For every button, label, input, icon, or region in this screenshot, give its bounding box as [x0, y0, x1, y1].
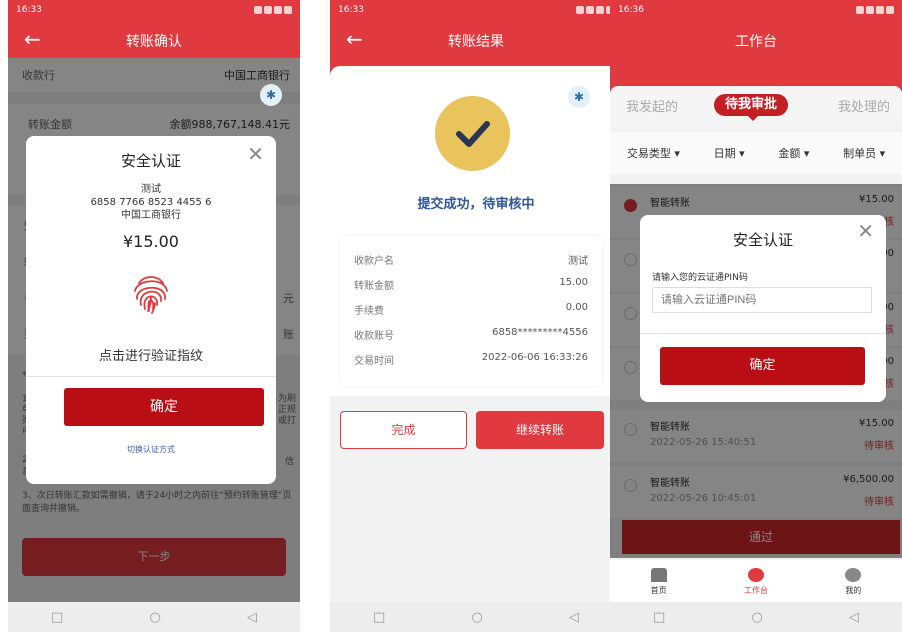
success-message: 提交成功，待审核中 [417, 197, 535, 212]
filter-amount[interactable]: 金额 ▾ [778, 145, 809, 161]
recent-apps-icon[interactable]: □ [653, 610, 665, 625]
detail-label: 收款户名 [354, 256, 394, 267]
recent-apps-icon[interactable]: □ [373, 610, 385, 625]
tabbar-label: 工作台 [743, 586, 768, 595]
status-bar: 16:36 [610, 0, 902, 22]
payee-bank: 中国工商银行 [121, 210, 181, 221]
payee-name: 测试 [141, 184, 161, 195]
tab-processed[interactable]: 我处理的 [838, 96, 890, 115]
pin-input[interactable] [652, 287, 872, 313]
workbench-screen: 16:36 工作台 我发起的 待我审批 我处理的 交易类型 ▾ 日期 ▾ 金额 … [610, 0, 902, 632]
transfer-amount: ¥15.00 [123, 232, 179, 251]
close-icon[interactable]: ✕ [857, 221, 874, 241]
detail-row-payee: 收款户名 测试 [354, 252, 588, 267]
page-title: 转账确认 [126, 34, 182, 50]
status-icons [574, 5, 614, 17]
detail-row-fee: 手续费 0.00 [354, 302, 588, 317]
back-triangle-icon[interactable]: ◁ [247, 610, 257, 625]
filter-label: 日期 [713, 147, 736, 160]
nav-bar: ← 转账确认 [8, 22, 300, 58]
fingerprint-hint: 点击进行验证指纹 [98, 349, 203, 364]
fingerprint-icon[interactable] [125, 267, 177, 319]
chevron-down-icon: ▾ [739, 147, 745, 160]
pin-auth-dialog: 安全认证 ✕ 请输入您的云证通PIN码 确定 [640, 215, 886, 402]
success-check-icon [435, 96, 510, 171]
system-nav-bar: □ ○ ◁ [610, 602, 902, 632]
filter-transaction-type[interactable]: 交易类型 ▾ [627, 145, 680, 161]
security-auth-dialog: 安全认证 ✕ 测试 6858 7766 8523 4455 6 中国工商银行 ¥… [26, 136, 276, 484]
switch-auth-method-link[interactable]: 切换认证方式 [26, 444, 276, 455]
dialog-divider [640, 333, 886, 334]
chevron-down-icon: ▾ [803, 147, 810, 160]
tab-initiated[interactable]: 我发起的 [626, 96, 678, 115]
system-nav-bar: □ ○ ◁ [8, 602, 300, 632]
filter-date[interactable]: 日期 ▾ [714, 145, 745, 161]
detail-row-time: 交易时间 2022-06-06 16:33:26 [354, 352, 588, 367]
status-icons [854, 5, 894, 17]
tabbar-workbench[interactable]: 工作台 [716, 560, 796, 602]
detail-row-amount: 转账金额 15.00 [354, 277, 588, 292]
approval-tabs: 我发起的 待我审批 我处理的 [610, 86, 902, 126]
home-icon[interactable]: ○ [471, 610, 482, 625]
status-icons [252, 5, 292, 17]
back-triangle-icon[interactable]: ◁ [849, 610, 859, 625]
tabbar-label: 首页 [650, 586, 667, 595]
dialog-divider [26, 376, 276, 377]
detail-value: 6858*********4556 [492, 327, 588, 338]
system-nav-bar: □ ○ ◁ [330, 602, 622, 632]
filter-creator[interactable]: 制单员 ▾ [843, 145, 885, 161]
confirm-button[interactable]: 确定 [64, 388, 264, 426]
home-icon [650, 568, 667, 582]
detail-value: 15.00 [559, 277, 588, 288]
transfer-result-screen: 16:33 ← 转账结果 ✱ 提交成功，待审核中 收款户名 测试 转账金额 15.0… [330, 0, 622, 632]
filter-bar: 交易类型 ▾ 日期 ▾ 金额 ▾ 制单员 ▾ [610, 132, 902, 174]
status-bar: 16:33 [8, 0, 300, 22]
confirm-button[interactable]: 确定 [660, 347, 865, 385]
status-time: 16:36 [618, 5, 644, 15]
filter-label: 制单员 [843, 147, 877, 160]
tabbar-mine[interactable]: 我的 [813, 560, 893, 602]
nav-bar: 工作台 [610, 22, 902, 58]
filter-label: 金额 [778, 147, 801, 160]
detail-label: 转账金额 [354, 281, 394, 292]
close-icon[interactable]: ✕ [247, 144, 264, 164]
status-time: 16:33 [16, 5, 42, 15]
filter-label: 交易类型 [626, 147, 671, 160]
detail-label: 交易时间 [354, 356, 394, 367]
back-triangle-icon[interactable]: ◁ [569, 610, 579, 625]
debug-bug-icon[interactable]: ✱ [568, 86, 590, 108]
continue-transfer-button[interactable]: 继续转账 [476, 411, 604, 449]
detail-label: 手续费 [354, 306, 384, 317]
recent-apps-icon[interactable]: □ [51, 610, 63, 625]
profile-icon [845, 568, 862, 582]
dialog-title: 安全认证 [732, 231, 793, 249]
home-icon[interactable]: ○ [149, 610, 160, 625]
tabbar-label: 我的 [845, 586, 862, 595]
chevron-down-icon: ▾ [879, 147, 886, 160]
chevron-down-icon: ▾ [674, 147, 680, 160]
transfer-detail-card: 收款户名 测试 转账金额 15.00 手续费 0.00 收款账号 6858*******… [340, 236, 602, 386]
nav-bar: ← 转账结果 [330, 22, 622, 58]
payee-account: 6858 7766 8523 4455 6 [90, 197, 212, 208]
status-time: 16:33 [338, 5, 364, 15]
page-title: 工作台 [735, 34, 777, 50]
detail-value: 2022-06-06 16:33:26 [481, 352, 588, 363]
active-tab-pointer [748, 116, 758, 121]
status-bar: 16:33 [330, 0, 622, 22]
debug-bug-icon[interactable]: ✱ [260, 84, 282, 106]
tab-pending-approval[interactable]: 待我审批 [714, 94, 788, 116]
detail-label: 收款账号 [354, 331, 394, 342]
detail-value: 测试 [568, 256, 588, 267]
transfer-confirm-screen: 16:33 ← 转账确认 收款行 中国工商银行 ✱ 转账金额 余额988,767… [8, 0, 300, 632]
tabbar-home[interactable]: 首页 [619, 560, 699, 602]
app-tab-bar: 首页 工作台 我的 [610, 560, 902, 602]
dialog-title: 安全认证 [120, 152, 181, 170]
pin-label: 请输入您的云证通PIN码 [652, 273, 748, 283]
detail-row-account: 收款账号 6858*********4556 [354, 327, 588, 342]
home-icon[interactable]: ○ [751, 610, 762, 625]
page-title: 转账结果 [448, 34, 504, 50]
detail-value: 0.00 [565, 302, 588, 313]
workbench-icon [747, 568, 764, 582]
done-button[interactable]: 完成 [340, 411, 467, 449]
